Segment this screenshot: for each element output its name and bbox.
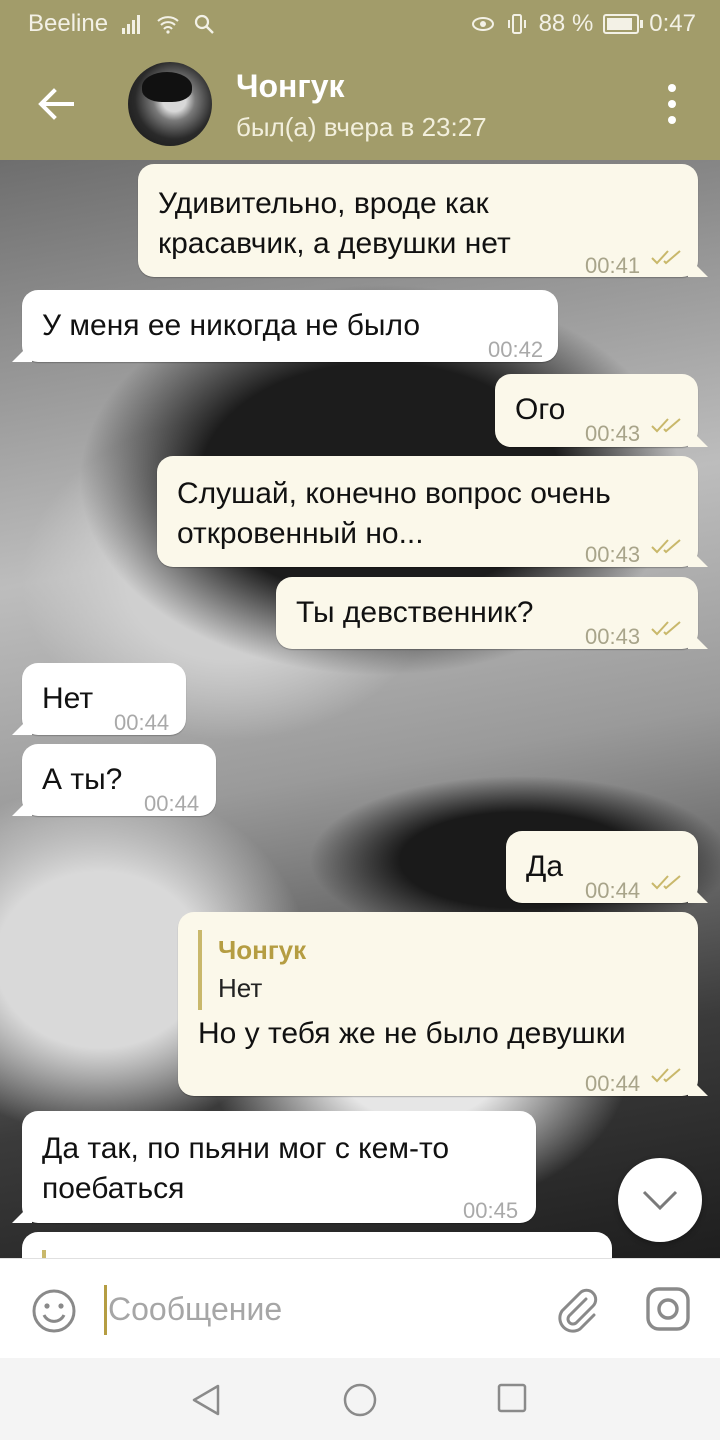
system-navigation-bar [0, 1358, 720, 1440]
avatar[interactable] [128, 62, 212, 146]
chevron-down-icon [642, 1190, 678, 1211]
message-bubble[interactable]: А ты? 00:44 [22, 744, 216, 816]
message-time: 00:44 [114, 710, 170, 735]
double-check-icon [651, 875, 681, 890]
battery-icon [603, 14, 644, 34]
double-check-icon [651, 1068, 681, 1083]
message-time: 00:43 [585, 421, 641, 446]
nav-home-icon[interactable] [342, 1382, 378, 1418]
message-bubble[interactable]: Ты девственник? 00:43 [276, 577, 698, 649]
message-bubble[interactable]: Да 00:44 [506, 831, 698, 903]
message-time: 00:41 [585, 253, 641, 278]
reply-quote-author: Чонгук [218, 935, 307, 965]
message-time: 00:42 [488, 337, 544, 362]
message-time: 00:43 [585, 624, 641, 649]
text-cursor [104, 1285, 107, 1335]
vibrate-icon [507, 14, 526, 34]
eye-comfort-icon [471, 17, 494, 31]
message-time: 00:44 [585, 878, 641, 903]
paperclip-icon[interactable] [552, 1285, 600, 1333]
double-check-icon [651, 539, 681, 554]
message-text: Слушай, конечно вопрос очень [177, 477, 611, 510]
message-input[interactable]: Сообщение [108, 1291, 282, 1328]
more-vert-icon[interactable] [652, 84, 692, 124]
last-seen-status: был(а) вчера в 23:27 [236, 112, 487, 142]
chat-area[interactable]: Удивительно, вроде как красавчик, а деву… [0, 160, 720, 1258]
reply-quote-bar [198, 930, 202, 1010]
message-bubble[interactable]: Ого 00:43 [495, 374, 698, 447]
message-time: 00:44 [585, 1071, 641, 1096]
message-time: 00:45 [463, 1198, 519, 1223]
partial-message-bubble[interactable] [22, 1232, 612, 1258]
message-text: Да так, по пьяни мог с кем-то [42, 1132, 450, 1165]
double-check-icon [651, 418, 681, 433]
wifi-icon [157, 16, 179, 34]
arrow-left-icon[interactable] [34, 82, 78, 126]
double-check-icon [651, 250, 681, 265]
message-text: Нет [42, 682, 94, 715]
reply-quote-bar [42, 1250, 46, 1258]
message-text: откровенный но... [177, 517, 424, 550]
contact-name[interactable]: Чонгук [236, 68, 345, 105]
message-text: Ого [515, 393, 566, 426]
message-text: Но у тебя же не было девушки [198, 1017, 626, 1050]
signal-icon [122, 15, 141, 34]
scroll-to-bottom-button[interactable] [618, 1158, 702, 1242]
carrier-label: Beeline [28, 10, 109, 37]
status-bar: Beeline 88 % 0:47 [0, 0, 720, 48]
smile-icon[interactable] [30, 1287, 78, 1335]
chat-header: Чонгук был(а) вчера в 23:27 [0, 48, 720, 160]
reply-quote-text: Нет [218, 973, 263, 1003]
message-bubble[interactable]: Да так, по пьяни мог с кем-то поебаться … [22, 1111, 536, 1223]
message-bubble[interactable]: Слушай, конечно вопрос очень откровенный… [157, 456, 698, 567]
message-time: 00:43 [585, 542, 641, 567]
message-text: А ты? [42, 763, 123, 796]
message-text: Удивительно, вроде как [158, 187, 489, 220]
message-bubble[interactable]: Удивительно, вроде как красавчик, а деву… [138, 164, 698, 278]
message-text: У меня ее никогда не было [42, 309, 421, 342]
battery-percent: 88 % [538, 10, 594, 37]
message-text: красавчик, а девушки нет [158, 227, 511, 260]
instagram-camera-icon[interactable] [644, 1285, 692, 1333]
message-time: 00:44 [144, 791, 200, 816]
nav-back-icon[interactable] [188, 1382, 224, 1418]
reply-message-bubble[interactable]: Чонгук Нет Но у тебя же не было девушки … [178, 912, 698, 1096]
clock: 0:47 [649, 10, 696, 37]
search-icon [194, 14, 214, 34]
nav-recents-icon[interactable] [496, 1382, 528, 1414]
message-text: Да [526, 850, 564, 883]
double-check-icon [651, 621, 681, 636]
message-text: поебаться [42, 1172, 185, 1205]
message-composer: Сообщение [0, 1258, 720, 1359]
message-bubble[interactable]: У меня ее никогда не было 00:42 [22, 290, 558, 362]
message-bubble[interactable]: Нет 00:44 [22, 663, 186, 735]
message-text: Ты девственник? [296, 596, 534, 629]
